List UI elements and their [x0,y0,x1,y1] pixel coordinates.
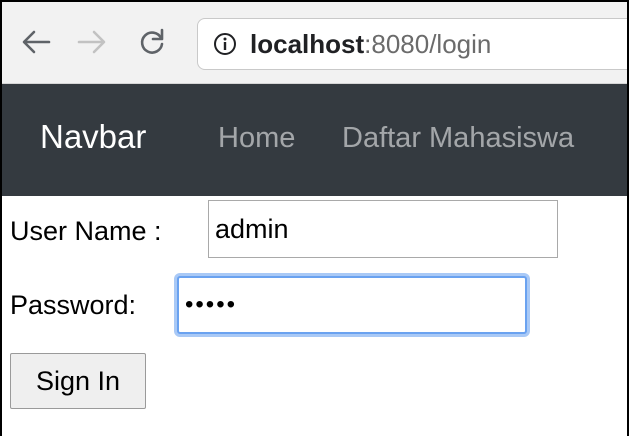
navbar-brand[interactable]: Navbar [40,118,146,156]
username-label: User Name : [10,216,162,246]
address-bar[interactable]: localhost:8080/login [197,18,627,70]
arrow-right-icon [77,29,107,55]
url-path: :8080/login [364,28,492,59]
back-button[interactable] [16,20,56,64]
browser-window: localhost:8080/login Navbar Home Daftar … [0,0,629,436]
url-text: localhost:8080/login [250,29,491,60]
info-icon[interactable] [212,31,238,57]
nav-link-home[interactable]: Home [218,122,295,155]
nav-link-daftar-mahasiswa[interactable]: Daftar Mahasiswa [342,122,574,155]
username-input[interactable]: admin [208,200,558,258]
sign-in-button[interactable]: Sign In [10,353,146,409]
reload-icon [138,28,166,56]
forward-button[interactable] [72,20,112,64]
url-host: localhost [250,28,365,59]
arrow-left-icon [21,29,51,55]
password-input[interactable]: ••••• [177,276,527,334]
browser-toolbar: localhost:8080/login [2,2,627,84]
navbar: Navbar Home Daftar Mahasiswa [2,84,627,196]
password-label: Password: [10,290,137,320]
reload-button[interactable] [132,20,172,64]
